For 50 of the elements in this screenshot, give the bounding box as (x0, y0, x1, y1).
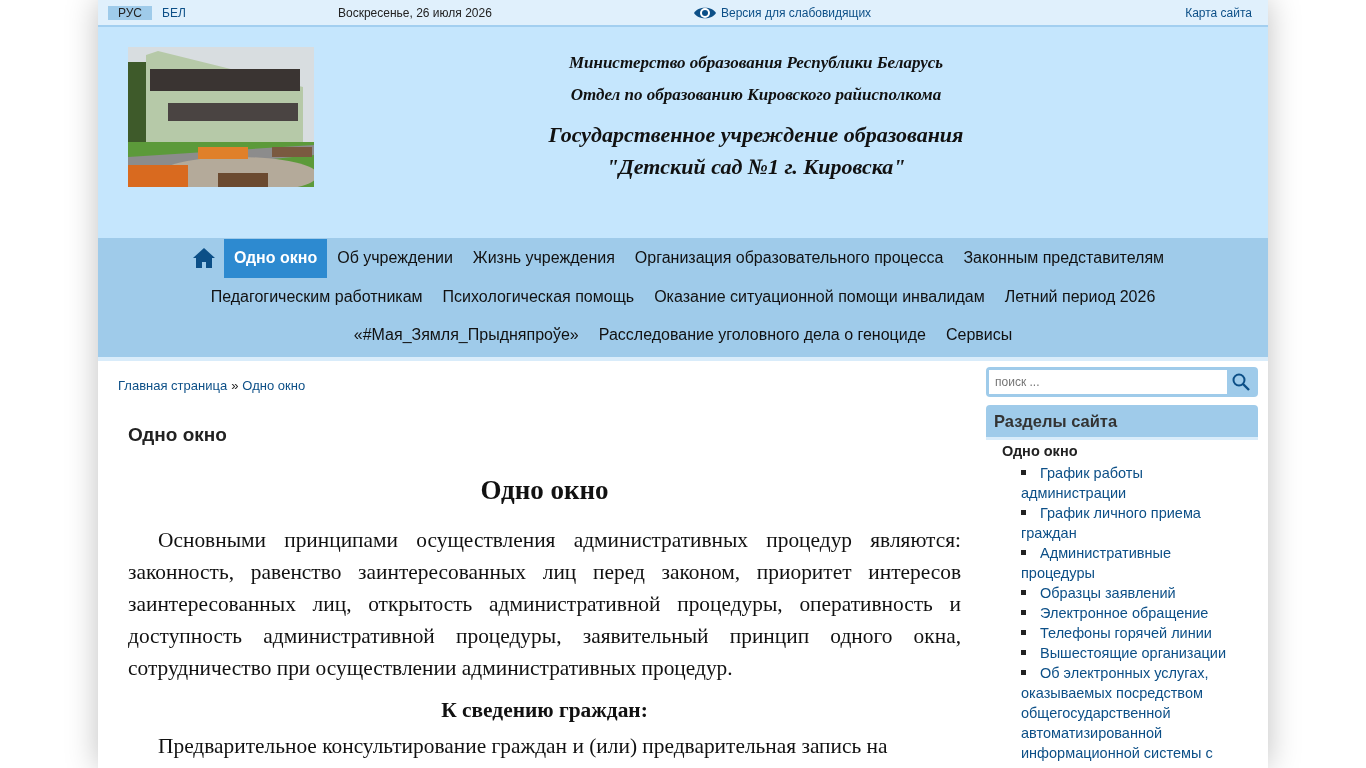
bullet-icon (1021, 629, 1026, 635)
language-link[interactable]: РУС (108, 5, 153, 20)
menu-item[interactable]: Сервисы (935, 316, 1023, 355)
sidebar-link[interactable]: Образцы заявлений (1021, 583, 1176, 603)
sidebar-link[interactable]: Электронное обращение (1021, 603, 1209, 623)
current-section: Одно окно (986, 440, 1258, 463)
bullet-icon (1021, 589, 1026, 595)
breadcrumb-separator: » (231, 377, 239, 393)
institution-name: "Детский сад №1 г. Кировска" (605, 153, 907, 181)
home-icon[interactable] (191, 247, 216, 270)
sidebar-header: Разделы сайта (986, 404, 1258, 441)
page-title: Одно окно (128, 423, 228, 447)
article-paragraph: Предварительное консультирование граждан и (или) предварительная запись на (157, 733, 889, 761)
menu-item[interactable]: Одно окно (223, 239, 328, 278)
menu-item[interactable]: Об учреждении (327, 239, 463, 278)
language-link[interactable]: БЕЛ (152, 5, 196, 20)
bullet-icon (1021, 509, 1026, 515)
article-heading: Одно окно (479, 473, 610, 507)
menu-item[interactable]: Жизнь учреждения (462, 239, 625, 278)
accessibility-link[interactable]: Версия для слабовидящих (693, 3, 872, 22)
search-field[interactable]: поиск ... (986, 366, 1258, 397)
menu-item[interactable]: Организация образовательного процесса (624, 239, 954, 278)
menu-item[interactable]: Расследование уголовного дела о геноциде (588, 316, 936, 355)
sidebar-link[interactable]: Телефоны горячей линии (1021, 623, 1212, 643)
search-icon (1232, 372, 1250, 391)
article-paragraph: Основными принципами осуществления административных процедур являются: законность, равенство заинтересованных лиц перед законом, приоритет интересов заинтересованных лиц, открытость административной процедуры, оперативность и доступность административной процедуры, заявительный принцип одного окна, сотрудничество при осуществлении административных процедур. (128, 527, 961, 682)
bullet-icon (1021, 649, 1026, 655)
breadcrumb-link[interactable]: Главная страница (118, 377, 228, 393)
date-text: Воскресенье, 26 июля 2026 (338, 4, 493, 22)
menu-item[interactable]: «#Мая_Зямля_Прыдняпроўе» (343, 316, 589, 355)
sidebar-link[interactable]: Административные процедуры (1021, 543, 1248, 583)
sidebar-link[interactable]: Об электронных услугах, оказываемых посредством общегосударственной автоматизированной информационной системы с (1021, 663, 1248, 763)
menu-item[interactable]: Законным представителям (953, 239, 1175, 278)
sitemap-link[interactable]: Карта сайта (1185, 3, 1252, 22)
bullet-icon (1021, 549, 1026, 555)
sidebar-link[interactable]: График личного приема граждан (1021, 503, 1248, 543)
breadcrumb-link[interactable]: Одно окно (242, 377, 306, 393)
sidebar-link[interactable]: График работы администрации (1021, 463, 1248, 503)
institution-name: Государственное учреждение образования (547, 121, 965, 149)
bullet-icon (1021, 669, 1026, 675)
menu-item[interactable]: Оказание ситуационной помощи инвалидам (644, 277, 995, 316)
bullet-icon (1021, 469, 1026, 475)
ministry-title: Министерство образования Республики Беларусь (567, 52, 945, 74)
department-title: Отдел по образованию Кировского райисполкома (569, 84, 943, 106)
sidebar-link[interactable]: Вышестоящие организации (1021, 643, 1227, 663)
menu-item[interactable]: Педагогическим работникам (200, 277, 433, 316)
article-subheading: К сведению граждан: (440, 697, 649, 724)
menu-item[interactable]: Летний период 2026 (994, 277, 1166, 316)
menu-item[interactable]: Психологическая помощь (432, 277, 645, 316)
bullet-icon (1021, 609, 1026, 615)
